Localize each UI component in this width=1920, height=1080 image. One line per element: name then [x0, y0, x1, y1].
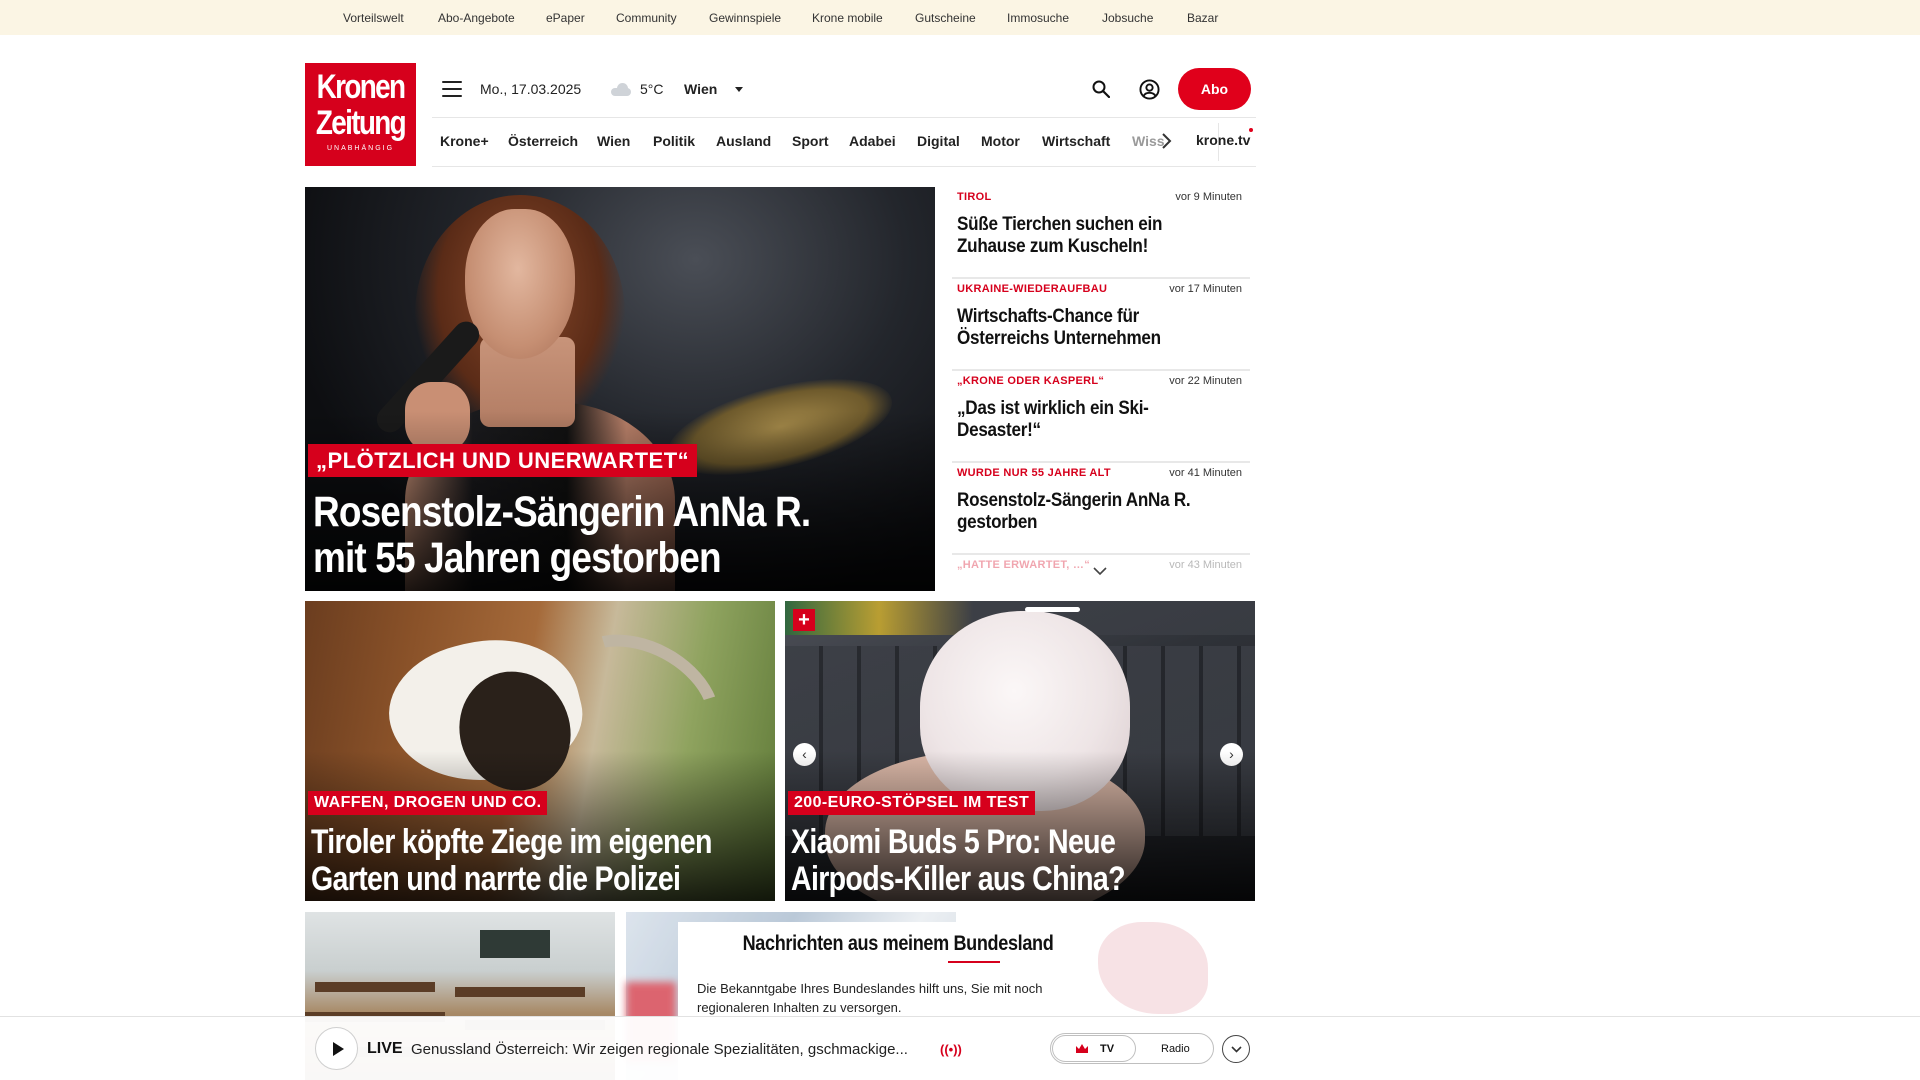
hero-image-face	[465, 209, 575, 359]
nav-item-sport[interactable]: Sport	[792, 133, 829, 149]
bundesland-title: Nachrichten aus meinem Bundesland	[742, 932, 1054, 955]
live-label: LIVE	[367, 1040, 403, 1057]
topbar-link-abo-angebote[interactable]: Abo-Angebote	[438, 11, 515, 25]
news-headline: Wirtschafts-Chance für Österreichs Unter…	[957, 306, 1161, 349]
topbar-link-vorteilswelt[interactable]: Vorteilswelt	[343, 11, 404, 25]
teaser-kicker: WAFFEN, DROGEN UND CO.	[308, 791, 548, 815]
expand-player-button[interactable]	[1222, 1035, 1250, 1063]
nav-item-wien[interactable]: Wien	[597, 133, 630, 149]
teaser-goat-article[interactable]: WAFFEN, DROGEN UND CO. Tiroler köpfte Zi…	[305, 601, 775, 901]
notification-dot	[1249, 128, 1253, 132]
tv-option[interactable]: TV	[1052, 1035, 1136, 1062]
teaser-title: Tiroler köpfte Ziege im eigenen Garten u…	[311, 824, 748, 898]
topbar-link-gutscheine[interactable]: Gutscheine	[915, 11, 976, 25]
chevron-right-icon[interactable]	[1160, 132, 1172, 150]
logo-tagline: UNABHÄNGIG	[326, 145, 395, 152]
radio-option[interactable]: Radio	[1161, 1043, 1190, 1055]
teaser-title: Xiaomi Buds 5 Pro: Neue Airpods-Killer a…	[791, 824, 1228, 898]
topbar-link-gewinnspiele[interactable]: Gewinnspiele	[709, 11, 781, 25]
news-time: vor 22 Minuten	[1169, 375, 1242, 387]
classroom-blackboard	[480, 930, 550, 958]
main-navigation: Krone+ Österreich Wien Politik Ausland S…	[432, 117, 1256, 167]
news-headline: „Das ist wirklich ein Ski-Desaster!“	[957, 398, 1149, 441]
topbar-link-bazar[interactable]: Bazar	[1187, 11, 1218, 25]
nav-item-ausland[interactable]: Ausland	[716, 133, 771, 149]
abo-button[interactable]: Abo	[1178, 68, 1251, 110]
kronen-zeitung-logo[interactable]: Kronen Zeitung UNABHÄNGIG	[305, 63, 416, 166]
play-icon[interactable]	[315, 1027, 358, 1070]
hero-kicker: „PLÖTZLICH UND UNERWARTET“	[308, 444, 698, 477]
chevron-down-icon	[1231, 1046, 1242, 1053]
nav-item-motor[interactable]: Motor	[981, 133, 1020, 149]
chevron-down-icon[interactable]	[735, 87, 743, 92]
teaser-title-line: Tiroler köpfte Ziege im eigenen	[311, 823, 712, 861]
hero-title-line: Rosenstolz-Sängerin AnNa R.	[313, 488, 811, 536]
current-date: Mo., 17.03.2025	[480, 81, 582, 97]
tv-label: TV	[1100, 1043, 1115, 1055]
news-item[interactable]: UKRAINE-WIEDERAUFBAU vor 17 Minuten Wirt…	[952, 279, 1250, 371]
krone-tv-link[interactable]: krone.tv	[1196, 132, 1250, 148]
news-category: „KRONE ODER KASPERL“	[957, 375, 1105, 387]
topbar-link-epaper[interactable]: ePaper	[546, 11, 585, 25]
nav-item-wirtschaft[interactable]: Wirtschaft	[1042, 133, 1110, 149]
topbar-link-community[interactable]: Community	[616, 11, 677, 25]
bundesland-title-underline	[948, 961, 1000, 963]
logo-text-kronen: Kronen	[316, 68, 406, 106]
search-icon[interactable]	[1092, 80, 1110, 98]
news-item[interactable]: WURDE NUR 55 JAHRE ALT vor 41 Minuten Ro…	[952, 463, 1250, 555]
classroom-desk	[455, 987, 585, 997]
logo-text-zeitung: Zeitung	[315, 104, 407, 142]
news-item[interactable]: TIROL vor 9 Minuten Süße Tierchen suchen…	[952, 187, 1250, 279]
topbar-link-immosuche[interactable]: Immosuche	[1007, 11, 1069, 25]
temperature: 5°C	[640, 81, 664, 97]
topbar-link-jobsuche[interactable]: Jobsuche	[1102, 11, 1153, 25]
news-category: WURDE NUR 55 JAHRE ALT	[957, 467, 1111, 479]
hero-title: Rosenstolz-Sängerin AnNa R. mit 55 Jahre…	[313, 489, 846, 581]
news-category: UKRAINE-WIEDERAUFBAU	[957, 283, 1108, 295]
latest-news-list: TIROL vor 9 Minuten Süße Tierchen suchen…	[952, 187, 1250, 579]
menu-icon[interactable]	[442, 81, 462, 97]
carousel-indicator	[1025, 607, 1080, 612]
news-time: vor 43 Minuten	[1169, 559, 1242, 571]
news-item[interactable]: „KRONE ODER KASPERL“ vor 22 Minuten „Das…	[952, 371, 1250, 463]
chevron-down-icon[interactable]	[1093, 567, 1107, 576]
news-time: vor 9 Minuten	[1175, 191, 1242, 203]
news-headline: Rosenstolz-Sängerin AnNa R. gestorben	[957, 490, 1191, 533]
nav-item-oesterreich[interactable]: Österreich	[508, 133, 578, 149]
utility-bar: Vorteilswelt Abo-Angebote ePaper Communi…	[0, 0, 1920, 35]
hero-article[interactable]: „PLÖTZLICH UND UNERWARTET“ Rosenstolz-Sä…	[305, 187, 935, 591]
news-category: „HATTE ERWARTET, …“	[957, 559, 1091, 571]
news-time: vor 17 Minuten	[1169, 283, 1242, 295]
crown-icon	[1076, 1044, 1088, 1053]
broadcast-icon: ((•))	[940, 1042, 962, 1057]
news-category: TIROL	[957, 191, 992, 203]
live-stream-title[interactable]: Genussland Österreich: Wir zeigen region…	[411, 1041, 908, 1058]
tv-radio-toggle[interactable]: TV Radio	[1050, 1033, 1214, 1064]
user-icon[interactable]	[1139, 79, 1160, 100]
news-time: vor 41 Minuten	[1169, 467, 1242, 479]
city-selector[interactable]: Wien	[684, 81, 717, 97]
krone-plus-icon: +	[793, 609, 815, 631]
nav-item-krone-plus[interactable]: Krone+	[440, 133, 489, 149]
cloud-icon	[609, 83, 633, 96]
hero-title-line: mit 55 Jahren gestorben	[313, 534, 722, 582]
bundesland-text: Die Bekanntgabe Ihres Bundeslandes hilft…	[697, 981, 1043, 1015]
news-headline: Süße Tierchen suchen ein Zuhause zum Kus…	[957, 214, 1163, 257]
teaser-title-line: Xiaomi Buds 5 Pro: Neue	[791, 823, 1116, 861]
nav-item-adabei[interactable]: Adabei	[849, 133, 896, 149]
nav-item-digital[interactable]: Digital	[917, 133, 960, 149]
topbar-link-krone-mobile[interactable]: Krone mobile	[812, 11, 883, 25]
nav-item-politik[interactable]: Politik	[653, 133, 695, 149]
teaser-title-line: Garten und narrte die Polizei	[311, 860, 681, 898]
teaser-xiaomi-article[interactable]: + ‹ › 200-EURO-STÖPSEL IM TEST Xiaomi Bu…	[785, 601, 1255, 901]
classroom-desk	[315, 982, 435, 992]
teaser-title-line: Airpods-Killer aus China?	[791, 860, 1126, 898]
teaser-kicker: 200-EURO-STÖPSEL IM TEST	[788, 791, 1036, 815]
